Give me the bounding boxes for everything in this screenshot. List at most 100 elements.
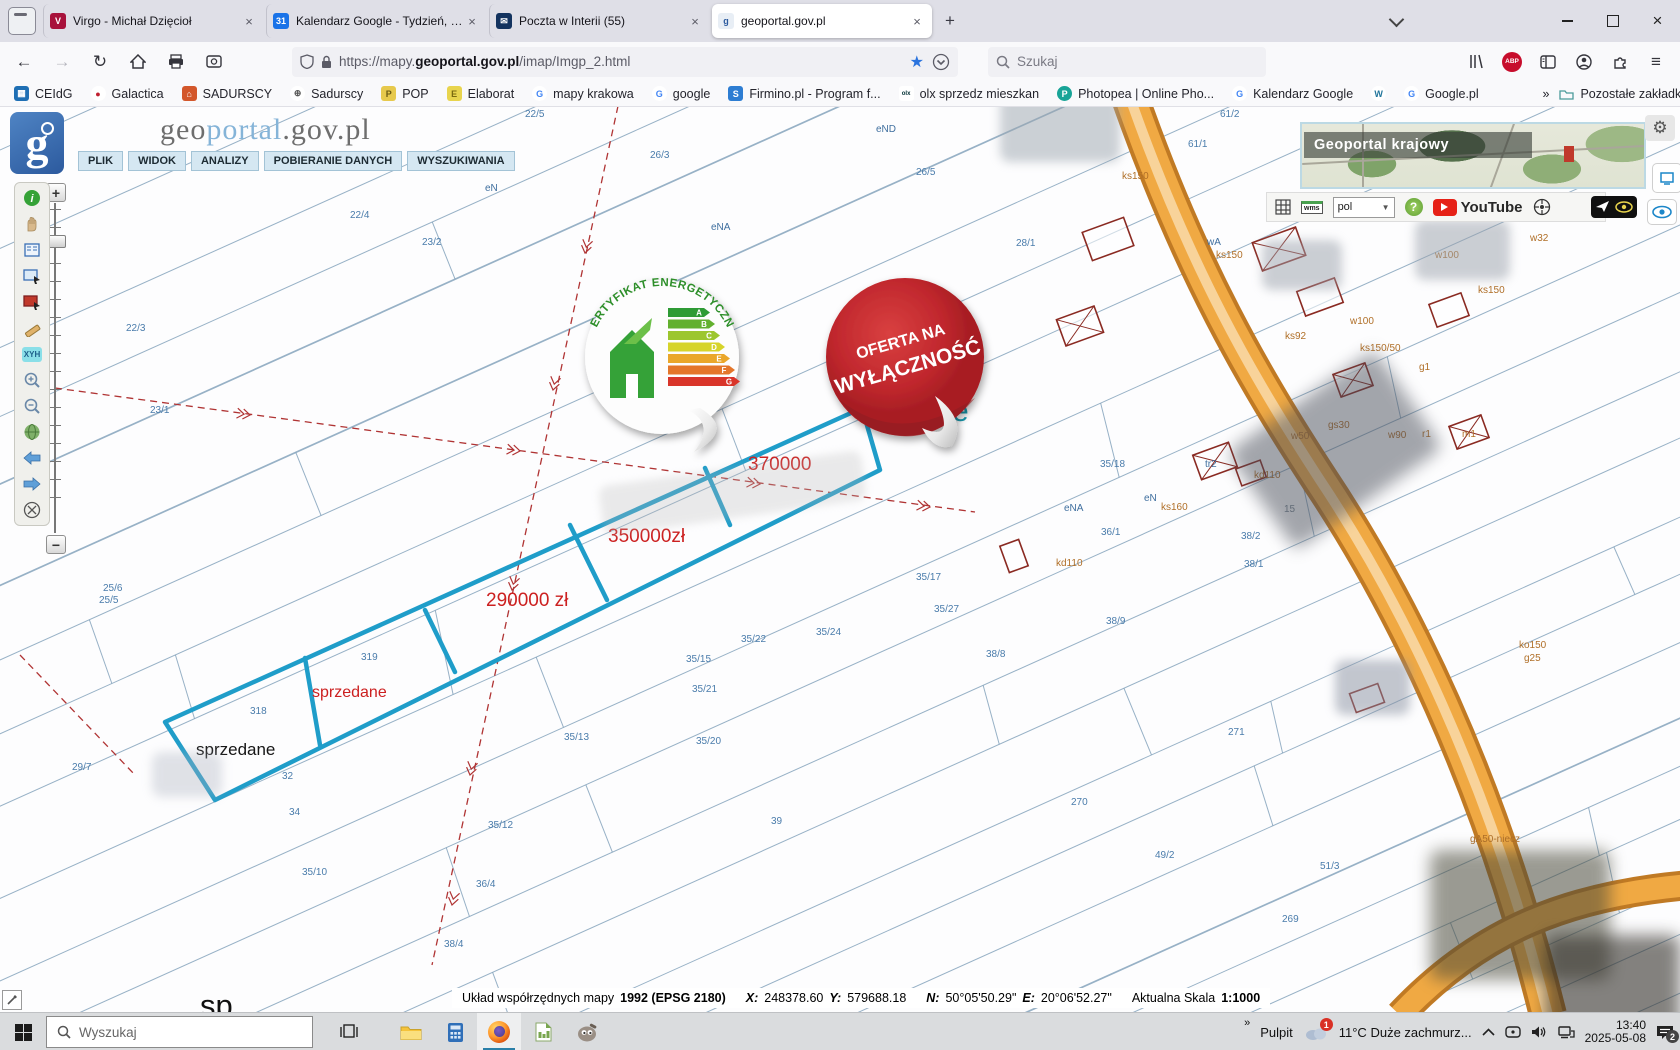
start-button[interactable] [0,1013,46,1050]
firefox-view-icon[interactable] [8,7,36,35]
zoom-in-tool-icon[interactable] [20,369,44,391]
home-button[interactable] [122,48,154,76]
bookmarks-overflow-chevron[interactable]: » [1543,87,1550,101]
browser-tab[interactable]: 31Kalendarz Google - Tydzień, w |× [266,4,487,38]
language-select[interactable]: pol▼ [1333,197,1395,218]
new-tab-button[interactable]: + [937,8,963,34]
library-icon[interactable] [1460,48,1492,76]
taskbar-overflow-chevron[interactable]: » [1244,1017,1250,1029]
visibility-button[interactable] [1647,199,1677,225]
youtube-link[interactable]: YouTube [1433,199,1523,216]
url-bar[interactable]: https://mapy.geoportal.gov.pl/imap/Imgp_… [292,47,958,77]
close-tool-icon[interactable] [20,499,44,521]
calculator-icon[interactable] [433,1013,477,1050]
menu-item-analizy[interactable]: ANALIZY [191,151,259,171]
tab-close-icon[interactable]: × [463,12,481,30]
tray-app-icon[interactable] [1505,1025,1521,1039]
gimp-icon[interactable] [565,1013,609,1050]
browser-tab[interactable]: ✉Poczta w Interii (55)× [489,4,710,38]
bookmark-star-icon[interactable]: ★ [910,52,924,72]
tab-close-icon[interactable]: × [240,12,258,30]
reload-button[interactable]: ↻ [84,48,116,76]
draw-corner-icon[interactable] [2,990,22,1010]
share-visibility-button[interactable] [1591,196,1637,218]
select-area-tool-icon[interactable] [20,265,44,287]
settings-gear-icon[interactable]: ⚙ [1645,115,1675,141]
clipped-tool-button[interactable] [1652,163,1680,193]
accessibility-icon[interactable] [1533,198,1551,216]
bookmark-item[interactable]: ⊕Sadurscy [290,86,363,101]
adblock-icon[interactable]: ABP [1496,48,1528,76]
weather-temp[interactable]: 11°C Duże zachmurz... [1339,1025,1472,1040]
utility-label: tr2 [1205,459,1217,470]
bookmark-item[interactable]: PPOP [381,86,428,101]
menu-item-wyszukiwania[interactable]: WYSZUKIWANIA [407,151,514,171]
lock-icon[interactable] [321,55,332,69]
clear-selection-tool-icon[interactable] [20,291,44,313]
menu-icon[interactable]: ≡ [1640,48,1672,76]
back-button[interactable]: ← [8,48,40,76]
overview-minimap[interactable]: Geoportal krajowy [1300,122,1646,189]
taskbar-search[interactable]: Wyszukaj [46,1016,313,1048]
tab-close-icon[interactable]: × [908,12,926,30]
network-icon[interactable] [1558,1025,1575,1039]
wms-icon[interactable]: wms [1301,201,1323,214]
action-center-icon[interactable]: 2 [1656,1024,1674,1040]
bookmark-item[interactable]: SFirmino.pl - Program f... [728,86,880,101]
zoom-slider-track[interactable] [54,203,56,533]
window-maximize-button[interactable] [1590,0,1635,42]
full-extent-tool-icon[interactable] [20,421,44,443]
help-button[interactable]: ? [1405,198,1423,216]
bookmark-item[interactable]: PPhotopea | Online Pho... [1057,86,1214,101]
bookmark-item[interactable]: GGoogle.pl [1404,86,1479,101]
tracking-shield-icon[interactable] [300,54,314,69]
zoom-out-tool-icon[interactable] [20,395,44,417]
bookmark-item[interactable]: olxolx sprzedz mieszkan [899,86,1040,101]
xyh-tool-icon[interactable]: XYH [20,343,44,365]
list-all-tabs-icon[interactable] [1377,0,1415,42]
menu-item-widok[interactable]: WIDOK [128,151,186,171]
bookmark-item[interactable]: Ggoogle [652,86,711,101]
firefox-icon[interactable] [477,1013,521,1050]
parcel-number: 319 [361,652,378,663]
bookmark-item[interactable]: ●Galactica [91,86,164,101]
bookmark-item[interactable]: ▦CEIdG [14,86,73,101]
bookmark-item[interactable]: ⌂SADURSCY [182,86,272,101]
clock[interactable]: 13:402025-05-08 [1585,1019,1646,1045]
geoportal-logo[interactable]: g [10,112,64,174]
volume-icon[interactable] [1531,1025,1548,1039]
pocket-icon[interactable] [932,53,950,71]
other-bookmarks[interactable]: Pozostałe zakładki [1559,87,1680,101]
desktop-toolbar-label[interactable]: Pulpit [1260,1025,1293,1040]
tab-close-icon[interactable]: × [686,12,704,30]
screenshot-button[interactable] [198,48,230,76]
bookmark-item[interactable]: EElaborat [447,86,515,101]
libreoffice-calc-icon[interactable] [521,1013,565,1050]
bookmark-item[interactable]: Gmapy krakowa [532,86,634,101]
bookmark-item[interactable]: W [1371,86,1386,101]
pan-tool-icon[interactable] [20,213,44,235]
weather-icon[interactable]: 1 [1303,1023,1329,1041]
print-button[interactable] [160,48,192,76]
browser-tab[interactable]: ggeoportal.gov.pl× [712,4,932,38]
browser-tab[interactable]: VVirgo - Michał Dzięcioł× [43,4,264,38]
account-icon[interactable] [1568,48,1600,76]
menu-item-plik[interactable]: PLIK [78,151,123,171]
task-view-icon[interactable] [327,1013,371,1050]
zoom-out-button[interactable]: − [46,535,66,554]
extensions-icon[interactable] [1604,48,1636,76]
menu-item-pobieranie-danych[interactable]: POBIERANIE DANYCH [264,151,403,171]
window-close-button[interactable]: × [1635,0,1680,42]
info-tool-icon[interactable]: i [20,187,44,209]
layers-grid-icon[interactable] [1275,199,1291,215]
sidebar-icon[interactable] [1532,48,1564,76]
search-bar[interactable]: Szukaj [988,47,1266,77]
previous-view-icon[interactable] [20,447,44,469]
legend-tool-icon[interactable] [20,239,44,261]
bookmark-item[interactable]: GKalendarz Google [1232,86,1353,101]
file-explorer-icon[interactable] [389,1013,433,1050]
next-view-icon[interactable] [20,473,44,495]
measure-tool-icon[interactable] [20,317,44,339]
window-minimize-button[interactable] [1545,0,1590,42]
tray-chevron-icon[interactable] [1482,1028,1495,1037]
